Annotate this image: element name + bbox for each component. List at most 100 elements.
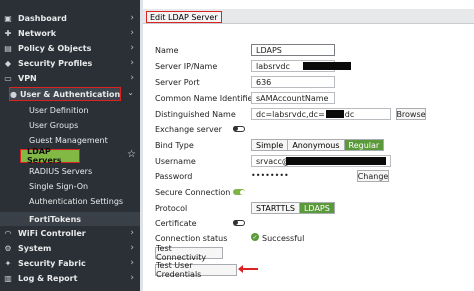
sidebar-item-label: User & Authentication — [19, 89, 121, 99]
secure-connection-toggle[interactable] — [233, 189, 245, 195]
certificate-toggle[interactable] — [233, 220, 245, 226]
sidebar-item-label: Security Fabric — [18, 258, 86, 268]
protocol-selector: STARTTLS LDAPS — [251, 202, 335, 214]
sidebar-item-label: User Groups — [29, 120, 79, 130]
chevron-right-icon: › — [130, 43, 134, 53]
sidebar-item-label: Dashboard — [18, 13, 67, 23]
vpn-icon: ▭ — [4, 73, 12, 83]
sidebar-item-ldap-servers[interactable]: LDAP Servers — [20, 147, 80, 165]
bind-type-selector: Simple Anonymous Regular — [251, 139, 385, 151]
user-icon: ● — [10, 89, 17, 99]
sidebar-item-label: Log & Report — [18, 273, 78, 283]
chevron-right-icon: › — [130, 13, 134, 23]
shield-icon: ◆ — [4, 58, 12, 68]
bind-simple-option[interactable]: Simple — [252, 140, 289, 150]
distinguished-name-label: Distinguished Name — [155, 110, 236, 119]
chevron-right-icon: › — [130, 228, 134, 238]
main-panel: Edit LDAP Server Name LDAPS Server IP/Na… — [143, 0, 474, 291]
page-title: Edit LDAP Server — [146, 11, 222, 23]
sidebar-item-label: User Definition — [29, 105, 89, 115]
sidebar-item-fortitokens[interactable]: FortiTokens — [0, 212, 140, 226]
success-check-icon: ✓ — [251, 233, 259, 241]
sidebar-item-label: VPN — [18, 73, 37, 83]
sidebar-item-policy-objects[interactable]: ▤ Policy & Objects › — [0, 41, 140, 55]
sidebar-item-label: FortiTokens — [29, 214, 82, 224]
chevron-right-icon: › — [130, 58, 134, 68]
sidebar-item-wifi-controller[interactable]: ◠ WiFi Controller › — [0, 226, 140, 240]
sidebar-item-system[interactable]: ⚙ System › — [0, 241, 140, 255]
common-name-field[interactable]: sAMAccountName — [251, 92, 335, 104]
chevron-right-icon: › — [130, 28, 134, 38]
sidebar-item-label: Network — [18, 28, 57, 38]
password-value: •••••••• — [251, 171, 289, 180]
sidebar-item-label: System — [18, 243, 52, 253]
connection-status-label: Connection status — [155, 234, 228, 243]
bind-regular-option[interactable]: Regular — [344, 140, 384, 150]
sidebar-item-user-authentication[interactable]: ● User & Authentication — [9, 87, 121, 101]
sidebar: ▣ Dashboard › ✚ Network › ▤ Policy & Obj… — [0, 0, 140, 291]
sidebar-item-security-fabric[interactable]: ✦ Security Fabric › — [0, 256, 140, 270]
sidebar-item-security-profiles[interactable]: ◆ Security Profiles › — [0, 56, 140, 70]
chevron-right-icon: › — [130, 243, 134, 253]
sidebar-item-radius-servers[interactable]: RADIUS Servers — [0, 164, 140, 178]
sidebar-item-label: RADIUS Servers — [29, 166, 93, 176]
sidebar-item-user-groups[interactable]: User Groups — [0, 118, 140, 132]
sidebar-item-label: Single Sign-On — [29, 181, 89, 191]
policy-icon: ▤ — [4, 43, 12, 53]
exchange-server-label: Exchange server — [155, 125, 222, 134]
sidebar-item-label: Authentication Settings — [29, 196, 124, 206]
protocol-label: Protocol — [155, 204, 188, 213]
certificate-label: Certificate — [155, 219, 197, 228]
sidebar-item-label: Security Profiles — [18, 58, 93, 68]
redaction-mask — [303, 62, 351, 70]
sidebar-item-single-sign-on[interactable]: Single Sign-On — [0, 179, 140, 193]
redaction-mask — [325, 110, 344, 118]
fabric-icon: ✦ — [4, 258, 12, 268]
sidebar-item-log-report[interactable]: ▥ Log & Report › — [0, 271, 140, 285]
username-value: srvacc@ — [256, 156, 290, 166]
distinguished-name-field[interactable]: dc=labsrvdc,dc= dc — [251, 108, 391, 120]
sidebar-item-dashboard[interactable]: ▣ Dashboard › — [0, 11, 140, 25]
sidebar-item-vpn[interactable]: ▭ VPN › — [0, 71, 140, 85]
server-ip-value: labsrvdc — [256, 61, 290, 71]
connection-status-value: Successful — [262, 234, 305, 243]
chart-icon: ▥ — [4, 273, 12, 283]
dn-value-suffix: dc — [344, 109, 355, 119]
test-connectivity-button[interactable]: Test Connectivity — [155, 244, 223, 262]
bind-anonymous-option[interactable]: Anonymous — [288, 140, 345, 150]
test-user-credentials-button[interactable]: Test User Credentials — [155, 261, 237, 279]
dn-value: dc=labsrvdc,dc= — [256, 109, 325, 119]
wifi-icon: ◠ — [4, 228, 12, 238]
chevron-right-icon: › — [130, 273, 134, 283]
server-port-label: Server Port — [155, 78, 200, 87]
username-label: Username — [155, 157, 196, 166]
change-password-button[interactable]: Change — [357, 170, 389, 182]
protocol-ldaps-option[interactable]: LDAPS — [299, 203, 334, 213]
sidebar-item-guest-management[interactable]: Guest Management — [0, 133, 140, 147]
browse-button[interactable]: Browse — [396, 108, 426, 120]
exchange-server-toggle[interactable] — [233, 126, 245, 132]
sidebar-item-authentication-settings[interactable]: Authentication Settings — [0, 194, 140, 208]
dashboard-icon: ▣ — [4, 13, 12, 23]
star-icon[interactable]: ☆ — [127, 149, 136, 160]
name-label: Name — [155, 46, 179, 55]
network-icon: ✚ — [4, 28, 12, 38]
protocol-starttls-option[interactable]: STARTTLS — [252, 203, 300, 213]
sidebar-item-label: WiFi Controller — [18, 228, 86, 238]
server-port-field[interactable]: 636 — [251, 76, 335, 88]
bind-type-label: Bind Type — [155, 141, 194, 150]
gear-icon: ⚙ — [4, 243, 12, 253]
chevron-right-icon: › — [130, 258, 134, 268]
sidebar-item-network[interactable]: ✚ Network › — [0, 26, 140, 40]
chevron-down-icon: ⌄ — [127, 88, 134, 97]
sidebar-item-label: Policy & Objects — [18, 43, 92, 53]
secure-connection-label: Secure Connection — [155, 188, 231, 197]
annotation-arrow — [238, 265, 258, 273]
server-ip-label: Server IP/Name — [155, 62, 218, 71]
chevron-right-icon: › — [130, 73, 134, 83]
password-label: Password — [155, 172, 193, 181]
sidebar-item-label: Guest Management — [29, 135, 108, 145]
sidebar-item-user-definition[interactable]: User Definition — [0, 103, 140, 117]
sidebar-item-label: LDAP Servers — [27, 147, 62, 165]
name-field[interactable]: LDAPS — [251, 44, 335, 56]
